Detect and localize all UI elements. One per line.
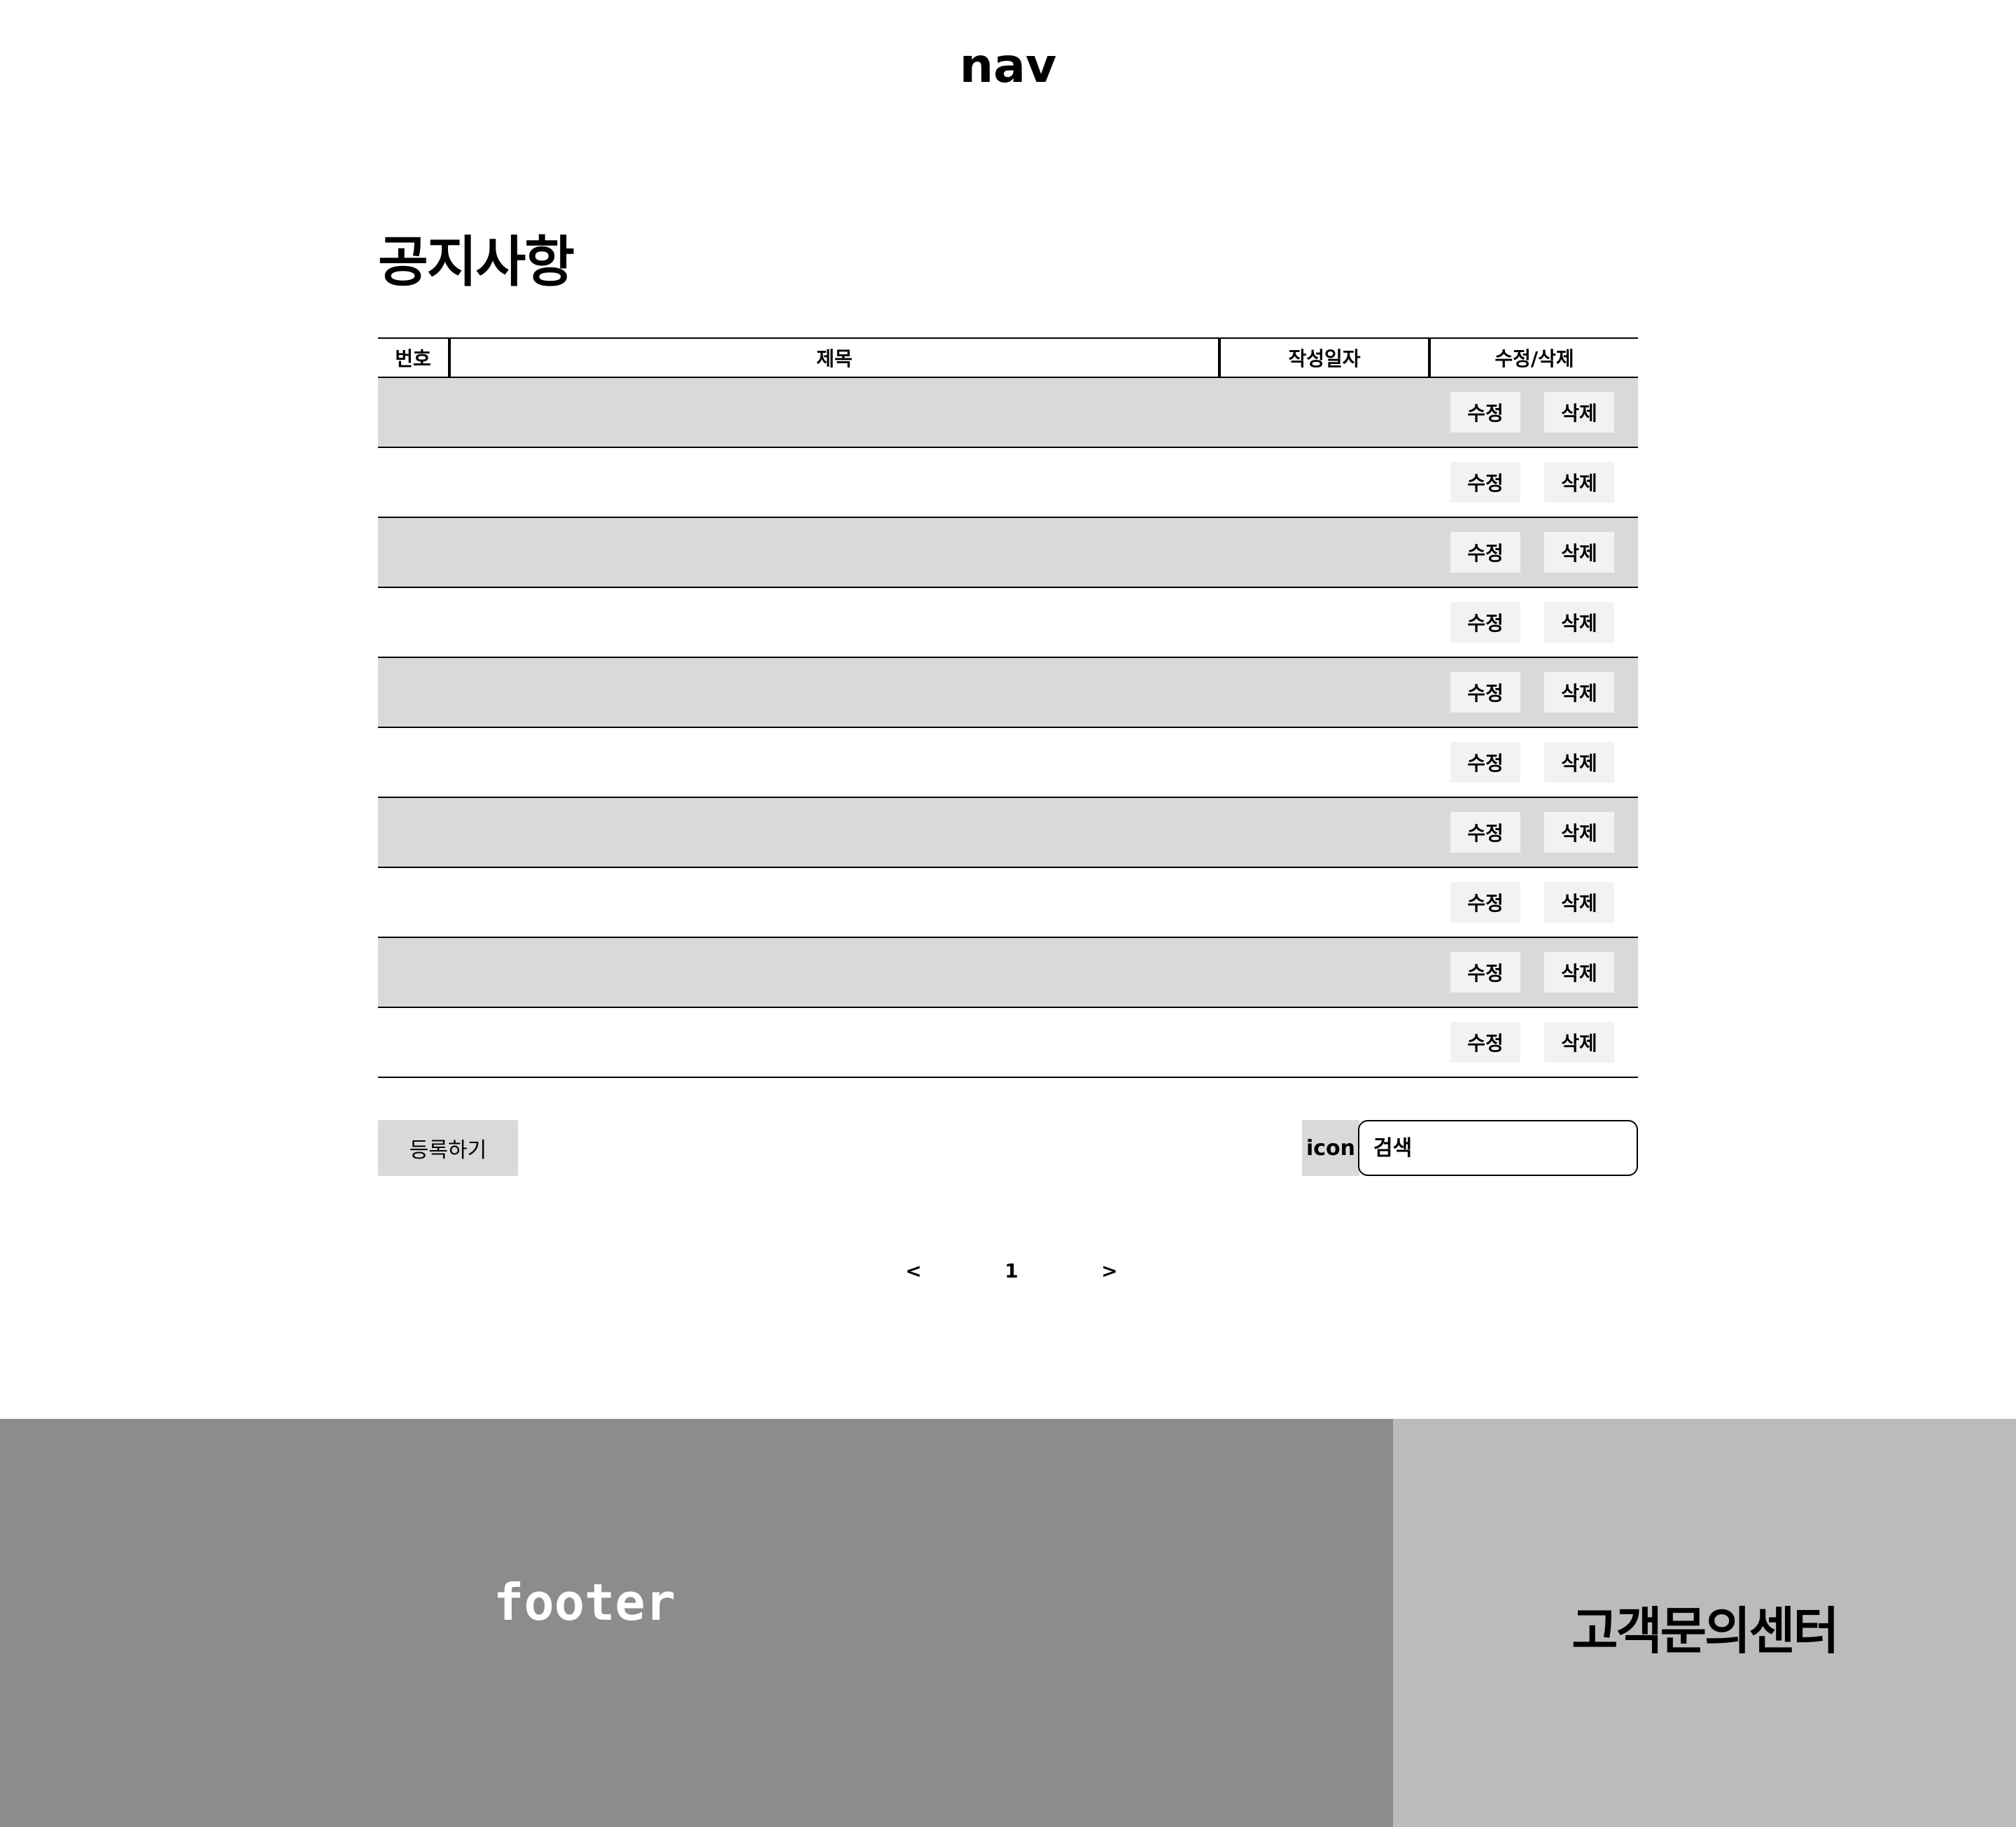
register-button[interactable]: 등록하기	[378, 1120, 518, 1176]
delete-button[interactable]: 삭제	[1544, 742, 1614, 783]
cell-title	[448, 658, 1218, 727]
delete-button[interactable]: 삭제	[1544, 462, 1614, 503]
cell-title	[448, 728, 1218, 797]
cell-actions: 수정 삭제	[1428, 658, 1638, 727]
delete-button[interactable]: 삭제	[1544, 812, 1614, 853]
cell-number	[378, 1008, 448, 1077]
cell-number	[378, 518, 448, 587]
cell-date	[1218, 868, 1428, 937]
cell-actions: 수정 삭제	[1428, 728, 1638, 797]
next-page-button[interactable]: >	[1092, 1259, 1127, 1282]
cell-number	[378, 588, 448, 657]
pagination: < 1 >	[896, 1253, 1127, 1288]
table-row: 수정 삭제	[378, 1008, 1638, 1078]
edit-button[interactable]: 수정	[1450, 1022, 1520, 1063]
cell-number	[378, 938, 448, 1007]
edit-button[interactable]: 수정	[1450, 672, 1520, 713]
cell-date	[1218, 938, 1428, 1007]
footer: footer	[0, 1419, 1393, 1827]
cell-title	[448, 938, 1218, 1007]
cell-actions: 수정 삭제	[1428, 518, 1638, 587]
search-input[interactable]	[1358, 1120, 1638, 1176]
header-actions: 수정/삭제	[1428, 339, 1638, 377]
cell-date	[1218, 588, 1428, 657]
cell-number	[378, 658, 448, 727]
cell-title	[448, 518, 1218, 587]
table-row: 수정 삭제	[378, 728, 1638, 798]
nav: nav	[959, 38, 1057, 94]
cell-date	[1218, 378, 1428, 447]
cell-title	[448, 798, 1218, 867]
cell-title	[448, 378, 1218, 447]
cell-number	[378, 448, 448, 517]
cell-date	[1218, 658, 1428, 727]
delete-button[interactable]: 삭제	[1544, 602, 1614, 643]
cell-actions: 수정 삭제	[1428, 1008, 1638, 1077]
cell-actions: 수정 삭제	[1428, 868, 1638, 937]
cell-title	[448, 868, 1218, 937]
cell-actions: 수정 삭제	[1428, 938, 1638, 1007]
cell-title	[448, 448, 1218, 517]
table-row: 수정 삭제	[378, 868, 1638, 938]
cell-date	[1218, 518, 1428, 587]
delete-button[interactable]: 삭제	[1544, 672, 1614, 713]
cell-date	[1218, 728, 1428, 797]
notice-table: 번호 제목 작성일자 수정/삭제 수정 삭제 수정 삭제 수정 삭제 수정 삭제…	[378, 337, 1638, 1078]
table-row: 수정 삭제	[378, 518, 1638, 588]
delete-button[interactable]: 삭제	[1544, 882, 1614, 923]
cell-actions: 수정 삭제	[1428, 448, 1638, 517]
search-icon[interactable]: icon	[1302, 1120, 1359, 1176]
delete-button[interactable]: 삭제	[1544, 1022, 1614, 1063]
footer-label: footer	[493, 1573, 676, 1632]
edit-button[interactable]: 수정	[1450, 812, 1520, 853]
delete-button[interactable]: 삭제	[1544, 392, 1614, 433]
edit-button[interactable]: 수정	[1450, 952, 1520, 993]
cell-number	[378, 378, 448, 447]
cell-date	[1218, 448, 1428, 517]
table-row: 수정 삭제	[378, 938, 1638, 1008]
cell-date	[1218, 1008, 1428, 1077]
cell-actions: 수정 삭제	[1428, 798, 1638, 867]
edit-button[interactable]: 수정	[1450, 462, 1520, 503]
page-title: 공지사항	[378, 231, 575, 294]
prev-page-button[interactable]: <	[896, 1259, 931, 1282]
edit-button[interactable]: 수정	[1450, 532, 1520, 573]
cell-title	[448, 1008, 1218, 1077]
cell-date	[1218, 798, 1428, 867]
edit-button[interactable]: 수정	[1450, 882, 1520, 923]
cell-number	[378, 728, 448, 797]
edit-button[interactable]: 수정	[1450, 742, 1520, 783]
delete-button[interactable]: 삭제	[1544, 532, 1614, 573]
table-row: 수정 삭제	[378, 798, 1638, 868]
cell-actions: 수정 삭제	[1428, 588, 1638, 657]
customer-service-label: 고객문의센터	[1572, 1602, 1839, 1660]
header-number: 번호	[395, 347, 431, 370]
cell-number	[378, 798, 448, 867]
edit-button[interactable]: 수정	[1450, 602, 1520, 643]
delete-button[interactable]: 삭제	[1544, 952, 1614, 993]
cell-actions: 수정 삭제	[1428, 378, 1638, 447]
table-header: 번호 제목 작성일자 수정/삭제	[378, 337, 1638, 378]
edit-button[interactable]: 수정	[1450, 392, 1520, 433]
cell-title	[448, 588, 1218, 657]
cell-number	[378, 868, 448, 937]
header-title: 제목	[448, 339, 1218, 377]
header-date: 작성일자	[1218, 339, 1428, 377]
table-row: 수정 삭제	[378, 658, 1638, 728]
customer-service-center: 고객문의센터	[1393, 1419, 2016, 1827]
table-row: 수정 삭제	[378, 448, 1638, 518]
table-row: 수정 삭제	[378, 378, 1638, 448]
current-page-number[interactable]: 1	[994, 1259, 1029, 1282]
table-row: 수정 삭제	[378, 588, 1638, 658]
